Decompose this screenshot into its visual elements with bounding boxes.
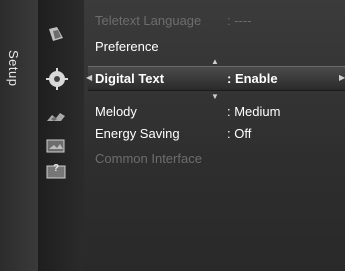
menu-item-energy-saving[interactable]: Energy Saving — [95, 126, 180, 141]
picture-icon[interactable] — [46, 26, 66, 42]
setup-gear-icon[interactable] — [45, 68, 69, 90]
setup-strip: Setup — [0, 0, 38, 271]
menu-item-digital-text: Digital Text — [95, 71, 165, 86]
menu-item-common-interface: Common Interface — [95, 151, 202, 166]
scroll-down-arrow-icon: ▼ — [211, 92, 219, 101]
menu-item-teletext-language: Teletext Language — [95, 13, 202, 28]
menu-item-melody[interactable]: Melody — [95, 104, 137, 119]
input-icon[interactable] — [46, 138, 66, 154]
menu-item-digital-text-selected[interactable]: Digital Text : Enable ◀ ▶ — [86, 66, 345, 91]
menu-value-teletext-language: : ---- — [227, 13, 252, 28]
sound-icon[interactable] — [46, 109, 66, 125]
scroll-up-arrow-icon: ▲ — [211, 57, 219, 66]
menu-value-energy-saving: : Off — [227, 126, 252, 141]
menu-value-digital-text: : Enable — [227, 71, 278, 86]
support-question-mark: ? — [53, 163, 60, 174]
left-arrow-icon: ◀ — [86, 73, 93, 82]
menu-value-melody: : Medium — [227, 104, 281, 119]
menu-item-preference[interactable]: Preference — [95, 39, 159, 54]
support-icon[interactable]: ? — [46, 163, 66, 180]
setup-title: Setup — [6, 50, 21, 87]
right-arrow-icon: ▶ — [339, 73, 345, 82]
